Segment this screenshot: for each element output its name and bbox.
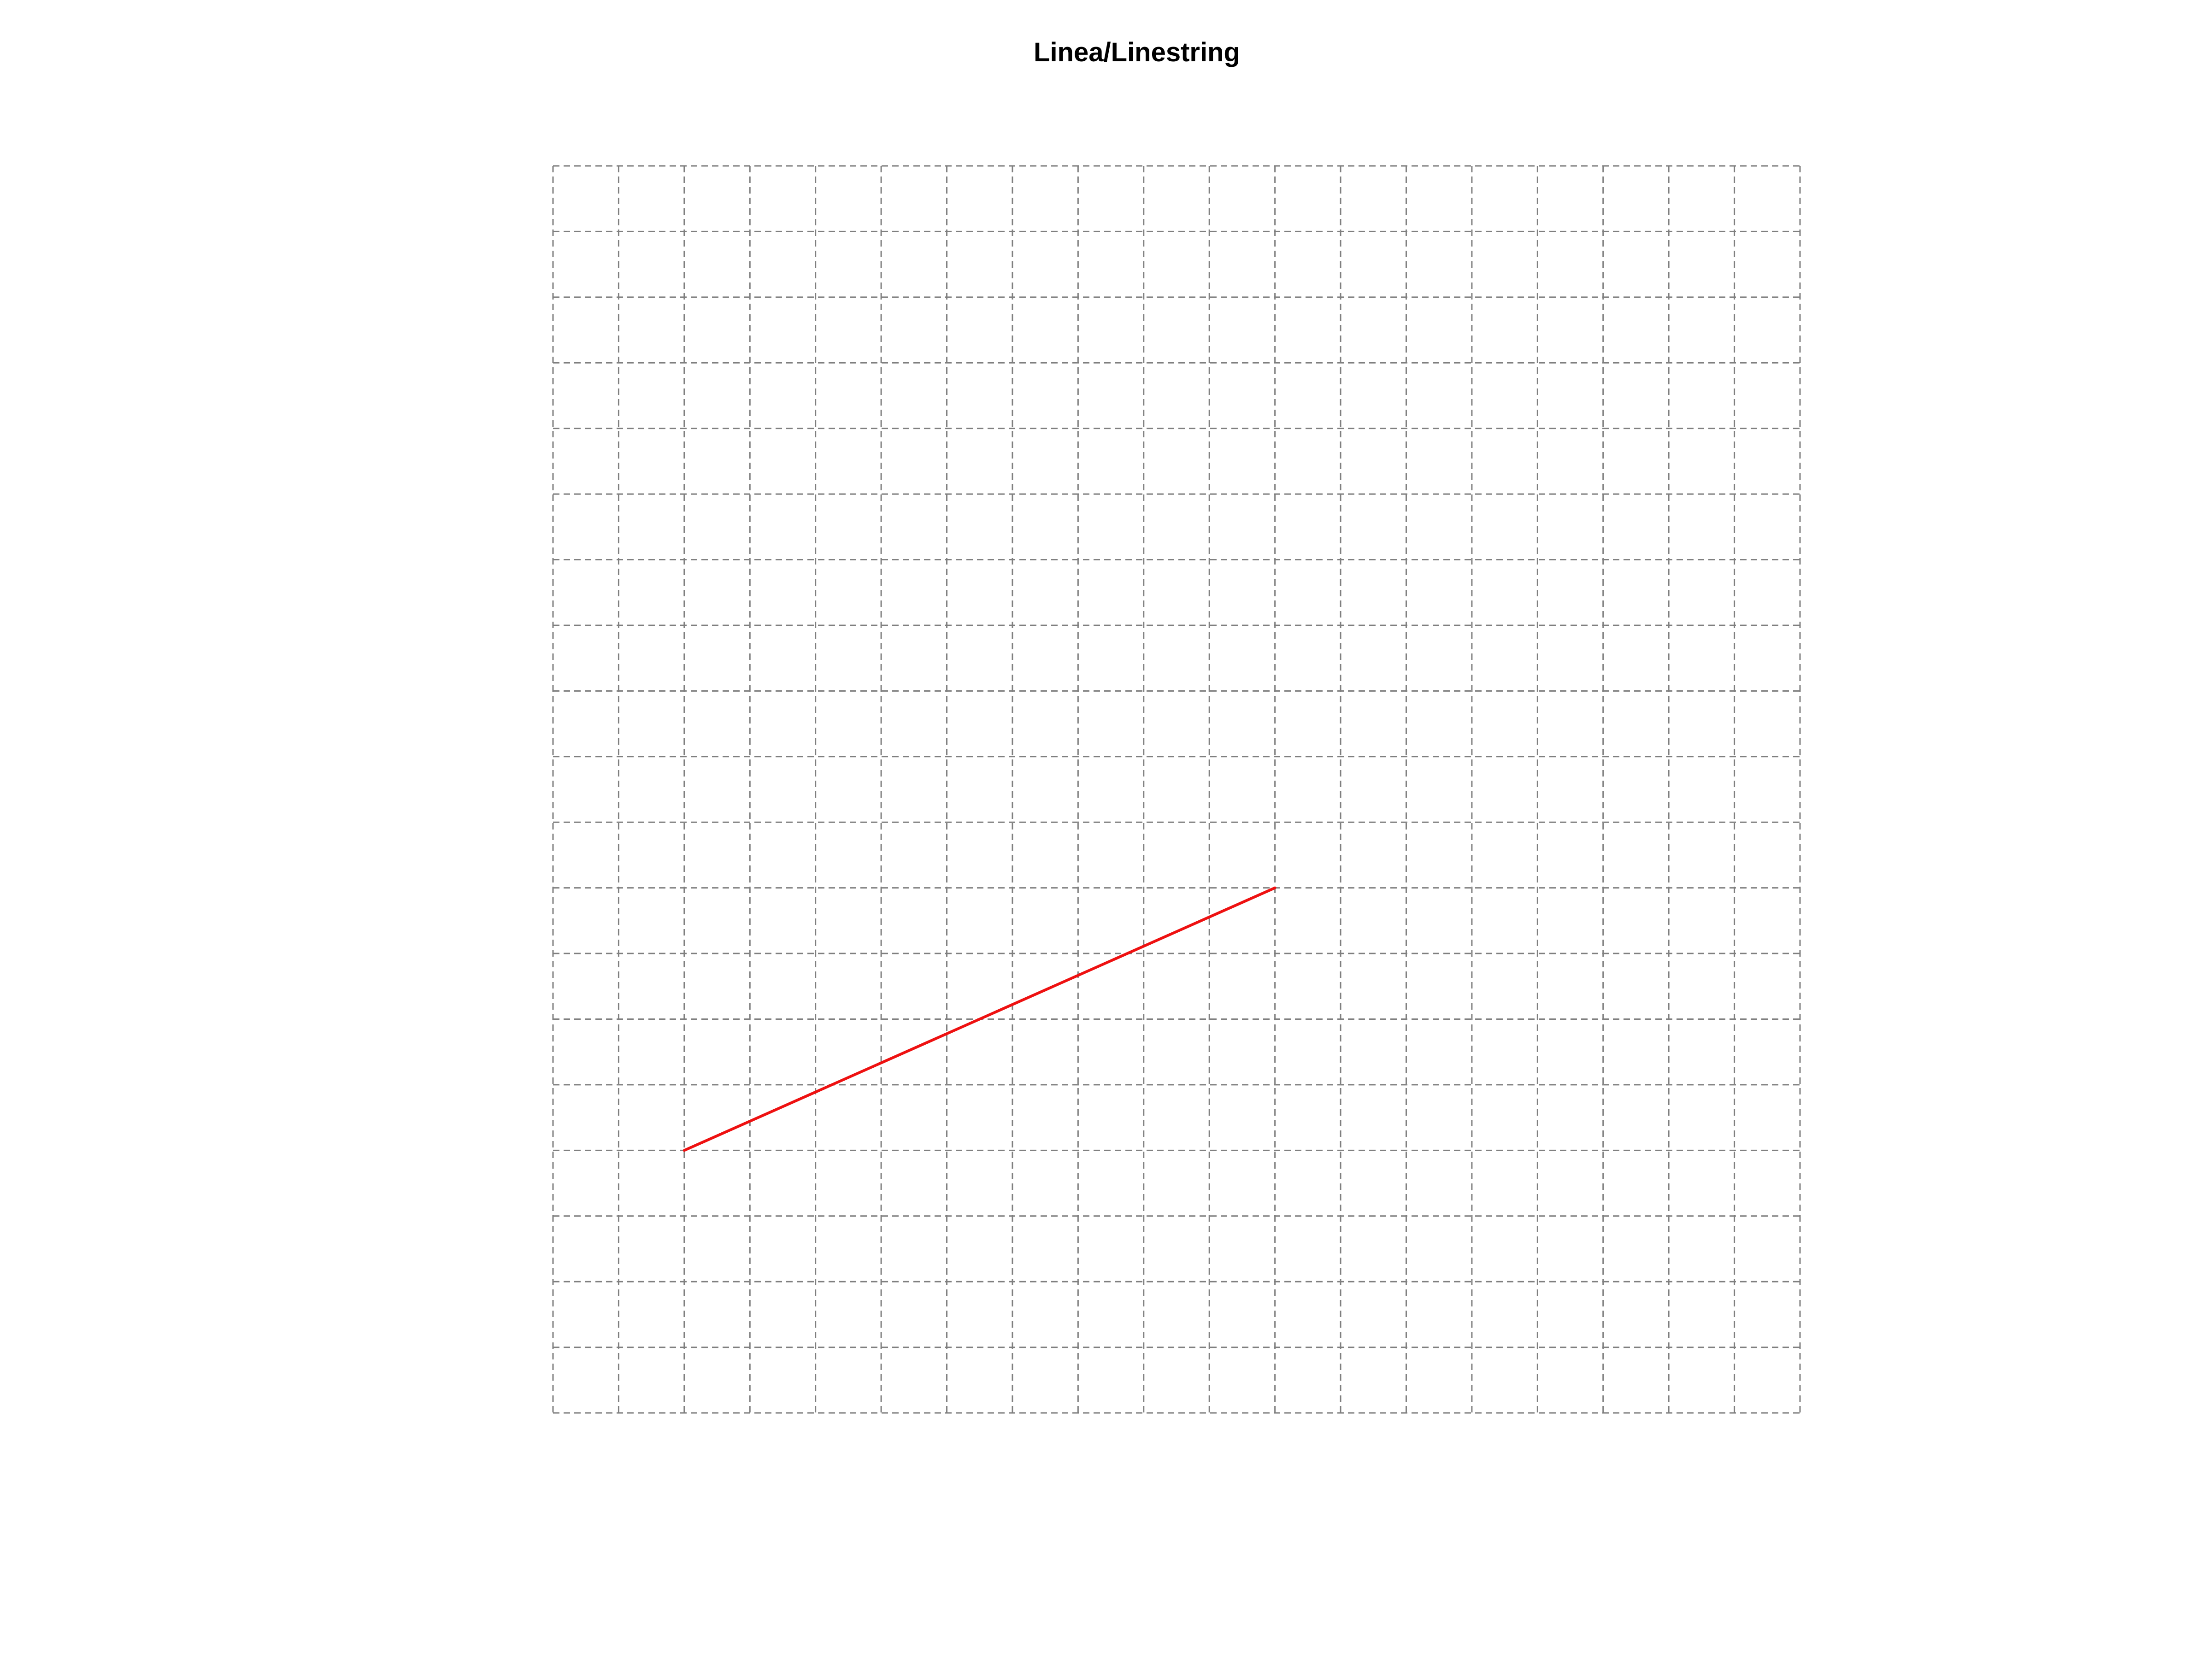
grid [552,165,1801,1414]
plot-area [552,165,1801,1414]
series-layer [682,886,1277,1152]
figure-canvas: Linea/Linestring [0,0,2212,1659]
series-line-1 [682,886,1277,1152]
